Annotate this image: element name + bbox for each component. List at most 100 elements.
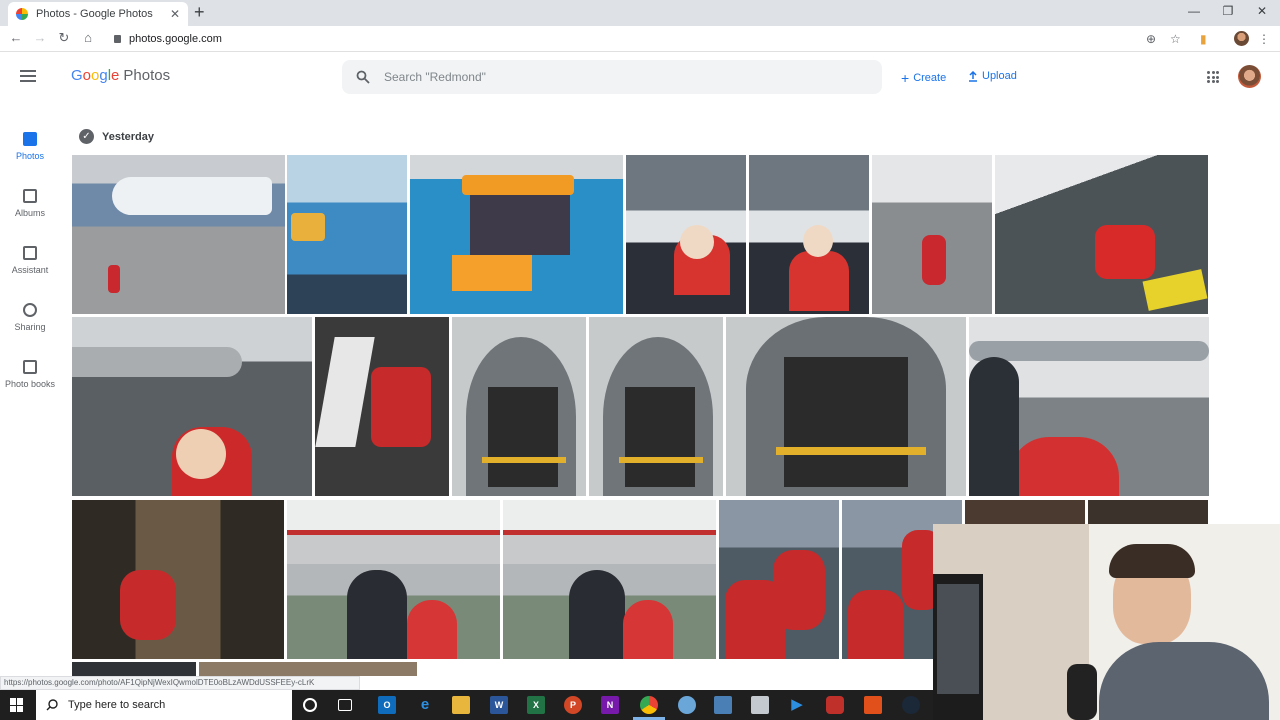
search-icon bbox=[46, 699, 58, 711]
window-close-button[interactable]: ✕ bbox=[1252, 4, 1272, 18]
photo-thumbnail[interactable] bbox=[872, 155, 992, 314]
book-icon bbox=[23, 360, 37, 374]
sidebar-item-label: Assistant bbox=[11, 265, 49, 275]
photo-thumbnail[interactable] bbox=[969, 317, 1209, 496]
sidebar-item-assistant[interactable]: Assistant bbox=[0, 246, 60, 275]
sidebar-item-label: Photos bbox=[15, 151, 45, 161]
lock-icon bbox=[114, 35, 121, 43]
media-player-icon[interactable]: ▶ bbox=[788, 696, 806, 714]
photo-thumbnail[interactable] bbox=[965, 500, 1085, 524]
minimize-button[interactable]: — bbox=[1184, 4, 1204, 18]
upload-icon bbox=[969, 70, 977, 82]
logo-letter: o bbox=[91, 67, 100, 84]
store-icon[interactable] bbox=[714, 696, 732, 714]
photo-thumbnail[interactable] bbox=[72, 317, 312, 496]
photo-thumbnail[interactable] bbox=[719, 500, 839, 659]
camera-app-icon[interactable] bbox=[826, 696, 844, 714]
sidebar-item-albums[interactable]: Albums bbox=[0, 189, 60, 218]
task-view-icon[interactable] bbox=[338, 699, 352, 711]
excel-icon[interactable]: X bbox=[527, 696, 545, 714]
photo-thumbnail[interactable] bbox=[199, 662, 417, 676]
account-avatar[interactable] bbox=[1238, 65, 1261, 88]
photo-thumbnail[interactable] bbox=[626, 155, 746, 314]
browser-profile-icon[interactable] bbox=[1234, 31, 1249, 46]
powerpoint-icon[interactable]: P bbox=[564, 696, 582, 714]
edge-icon[interactable]: e bbox=[416, 696, 434, 714]
photo-thumbnail[interactable] bbox=[72, 500, 284, 659]
upload-button[interactable]: Upload bbox=[968, 70, 1017, 82]
logo-product-name: Photos bbox=[123, 67, 171, 84]
reload-icon[interactable]: ↻ bbox=[56, 30, 72, 46]
chrome-menu-icon[interactable]: ⋮ bbox=[1258, 32, 1270, 46]
word-icon[interactable]: W bbox=[490, 696, 508, 714]
address-bar[interactable]: photos.google.com bbox=[104, 29, 1194, 49]
photo-thumbnail[interactable] bbox=[995, 155, 1208, 314]
photo-thumbnail[interactable] bbox=[287, 500, 500, 659]
sidebar-item-photo-books[interactable]: Photo books bbox=[0, 360, 60, 389]
upload-label: Upload bbox=[982, 70, 1017, 82]
windows-taskbar: Type here to search O e W X P N ▶ bbox=[0, 690, 933, 720]
office-icon[interactable] bbox=[864, 696, 882, 714]
cortana-icon[interactable] bbox=[303, 698, 317, 712]
photo-thumbnail[interactable] bbox=[72, 155, 285, 314]
zoom-icon[interactable]: ⊕ bbox=[1146, 32, 1156, 46]
taskbar-search-text: Type here to search bbox=[68, 699, 166, 711]
remote-desktop-icon[interactable] bbox=[751, 696, 769, 714]
tab-title: Photos - Google Photos bbox=[36, 8, 153, 20]
search-icon bbox=[356, 70, 370, 84]
photo-thumbnail[interactable] bbox=[749, 155, 869, 314]
logo-letter: G bbox=[71, 67, 83, 84]
photo-thumbnail[interactable] bbox=[589, 317, 723, 496]
logo-letter: g bbox=[99, 67, 108, 84]
google-photos-favicon-icon bbox=[16, 8, 28, 20]
photos-app-icon[interactable] bbox=[678, 696, 696, 714]
photo-thumbnail[interactable] bbox=[726, 317, 966, 496]
sidebar-item-label: Albums bbox=[14, 208, 45, 218]
logo-letter: o bbox=[82, 67, 92, 84]
tab-close-icon[interactable]: ✕ bbox=[170, 7, 180, 21]
search-box[interactable] bbox=[342, 60, 882, 94]
google-apps-icon[interactable] bbox=[1207, 71, 1219, 83]
back-arrow-icon[interactable]: ← bbox=[8, 30, 24, 46]
windows-start-icon[interactable] bbox=[10, 698, 24, 712]
search-input[interactable] bbox=[384, 70, 844, 84]
url-text: photos.google.com bbox=[129, 33, 222, 45]
photo-thumbnail[interactable] bbox=[452, 317, 586, 496]
sidebar-item-label: Photo books bbox=[4, 379, 56, 389]
forward-arrow-icon[interactable]: → bbox=[32, 30, 48, 46]
chrome-icon[interactable] bbox=[640, 696, 658, 714]
assistant-icon bbox=[23, 246, 37, 260]
sidebar-item-sharing[interactable]: Sharing bbox=[0, 303, 60, 332]
photo-thumbnail[interactable] bbox=[72, 662, 196, 676]
create-label: Create bbox=[913, 72, 947, 84]
create-button[interactable]: + Create bbox=[901, 70, 946, 86]
photo-thumbnail[interactable] bbox=[410, 155, 623, 314]
plus-icon: + bbox=[901, 70, 910, 86]
photo-thumbnail[interactable] bbox=[287, 155, 407, 314]
home-icon[interactable]: ⌂ bbox=[80, 30, 96, 46]
maximize-button[interactable]: ❐ bbox=[1218, 4, 1238, 18]
new-tab-button[interactable]: + bbox=[194, 3, 205, 21]
taskbar-search-box[interactable]: Type here to search bbox=[36, 690, 292, 720]
main-menu-icon[interactable] bbox=[20, 70, 36, 82]
photo-thumbnail[interactable] bbox=[315, 317, 449, 496]
photo-icon bbox=[23, 132, 37, 146]
file-explorer-icon[interactable] bbox=[452, 696, 470, 714]
photo-thumbnail[interactable] bbox=[1088, 500, 1208, 524]
outlook-icon[interactable]: O bbox=[378, 696, 396, 714]
browser-tab[interactable]: Photos - Google Photos ✕ bbox=[8, 2, 188, 26]
steam-icon[interactable] bbox=[902, 696, 920, 714]
people-icon bbox=[23, 303, 37, 317]
select-date-check-icon[interactable]: ✓ bbox=[79, 129, 94, 144]
date-heading: Yesterday bbox=[102, 131, 154, 143]
status-bar-url: https://photos.google.com/photo/AF1QipNj… bbox=[0, 676, 360, 690]
google-photos-logo[interactable]: G o o g l e Photos bbox=[71, 67, 170, 84]
sidebar-item-photos[interactable]: Photos bbox=[0, 132, 60, 161]
onenote-icon[interactable]: N bbox=[601, 696, 619, 714]
extension-icon[interactable]: ▮ bbox=[1200, 32, 1207, 46]
browser-toolbar: ← → ↻ ⌂ photos.google.com ⊕ ☆ ▮ ⋮ bbox=[0, 26, 1280, 52]
bookmark-star-icon[interactable]: ☆ bbox=[1170, 32, 1181, 46]
webcam-overlay bbox=[933, 524, 1280, 720]
photo-thumbnail[interactable] bbox=[503, 500, 716, 659]
logo-letter: e bbox=[111, 67, 120, 84]
